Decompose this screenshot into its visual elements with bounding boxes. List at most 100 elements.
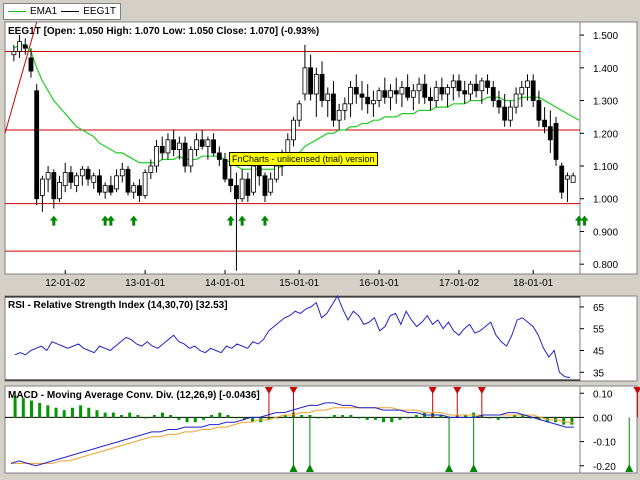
candle-body — [348, 87, 353, 105]
chart-canvas: 0.800 0.900 1.000 1.100 1.200 1.300 1.400 1.500… — [4, 21, 640, 474]
candle-body — [502, 106, 508, 121]
candle-body — [331, 93, 336, 121]
macd-hist-bar — [210, 415, 214, 418]
candle-body — [68, 172, 74, 183]
candle-body — [433, 87, 439, 101]
candle-body — [182, 142, 188, 167]
macd-hist-bar — [218, 412, 222, 418]
macd-hist-bar — [54, 407, 58, 418]
macd-hist-bar — [29, 400, 33, 418]
candle-body — [131, 185, 137, 193]
candle-body — [507, 106, 513, 121]
trial-watermark: FnCharts - unlicensed (trial) version — [229, 152, 378, 166]
legend-price-swatch — [61, 11, 80, 12]
candle-body — [176, 142, 182, 151]
candle-body — [336, 109, 342, 121]
candle-body — [422, 83, 428, 98]
rsi-y-tick-label: 55 — [593, 325, 605, 336]
candle-body — [125, 168, 131, 193]
macd-hist-bar — [103, 412, 107, 418]
candle-body — [462, 90, 468, 95]
candle-body — [393, 90, 399, 95]
macd-hist-bar — [62, 410, 66, 418]
macd-hist-bar — [201, 417, 205, 420]
candle-body — [296, 103, 302, 121]
macd-hist-bar — [308, 415, 312, 418]
candle-body — [371, 100, 376, 105]
candle-body — [342, 103, 348, 111]
macd-hist-bar — [234, 417, 238, 419]
price-y-tick-label: 1.200 — [593, 129, 618, 140]
candle-body — [34, 90, 40, 200]
candle-body — [262, 175, 268, 196]
candle-body — [85, 168, 91, 180]
macd-y-tick-label: -0.10 — [593, 438, 616, 449]
candle-body — [228, 178, 234, 187]
macd-hist-bar — [79, 405, 83, 418]
candle-body — [256, 165, 262, 177]
candle-body — [251, 165, 256, 193]
candle-body — [216, 152, 222, 160]
candle-body — [450, 80, 456, 88]
candle-body — [159, 145, 165, 154]
candle-body — [570, 175, 576, 183]
candle-body — [222, 159, 228, 180]
macd-y-tick-label: 0.10 — [593, 389, 613, 400]
candle-body — [57, 181, 62, 200]
macd-hist-bar — [152, 415, 156, 418]
candle-body — [234, 185, 239, 200]
candle-body — [490, 87, 496, 101]
candle-body — [45, 172, 51, 180]
macd-hist-bar — [111, 412, 115, 418]
candle-body — [530, 80, 536, 101]
candle-body — [313, 73, 319, 95]
candle-body — [525, 80, 530, 88]
macd-hist-bar — [488, 417, 492, 419]
candle-body — [513, 93, 519, 108]
rsi-y-tick-label: 45 — [593, 346, 605, 357]
macd-hist-bar — [226, 415, 230, 418]
candle-body — [468, 83, 473, 95]
macd-hist-bar — [570, 417, 574, 425]
candle-body — [137, 185, 142, 196]
macd-hist-bar — [349, 415, 353, 418]
price-pane-title: EEG1T [Open: 1.050 High: 1.070 Low: 1.05… — [8, 26, 319, 37]
date-tick-label: 17-01-02 — [439, 278, 479, 289]
rsi-y-tick-label: 35 — [593, 368, 605, 379]
macd-hist-bar — [95, 410, 99, 418]
date-tick-label: 13-01-01 — [125, 278, 165, 289]
candle-body — [188, 149, 194, 167]
macd-hist-bar — [414, 415, 418, 418]
candle-body — [108, 185, 114, 193]
macd-hist-bar — [136, 415, 140, 418]
rsi-pane-title: RSI - Relative Strength Index (14,30,70)… — [8, 300, 228, 311]
macd-y-tick-label: -0.20 — [593, 462, 616, 473]
legend-price-label: EEG1T — [83, 6, 117, 17]
candle-body — [519, 87, 525, 95]
candle-body — [102, 185, 108, 193]
candle-body — [148, 165, 154, 173]
candle-body — [479, 80, 485, 92]
macd-hist-bar — [332, 415, 336, 418]
macd-hist-bar — [169, 415, 173, 418]
candle-body — [165, 139, 171, 154]
candle-body — [17, 41, 22, 52]
pane-0-plot-area — [4, 21, 581, 275]
candle-body — [62, 172, 68, 187]
candle-body — [194, 139, 199, 151]
macd-hist-bar — [70, 407, 74, 418]
candle-body — [565, 175, 570, 180]
candle-body — [542, 119, 548, 128]
macd-hist-bar — [406, 417, 410, 419]
macd-hist-bar — [46, 405, 50, 418]
candle-body — [553, 123, 559, 160]
macd-hist-bar — [316, 417, 320, 419]
candle-body — [485, 80, 490, 88]
candle-body — [496, 100, 502, 108]
candle-body — [325, 93, 331, 101]
macd-hist-bar — [120, 415, 124, 418]
macd-hist-bar — [398, 417, 402, 420]
date-tick-label: 15-01-01 — [279, 278, 319, 289]
macd-hist-bar — [382, 417, 386, 423]
date-tick-label: 16-01-01 — [359, 278, 399, 289]
